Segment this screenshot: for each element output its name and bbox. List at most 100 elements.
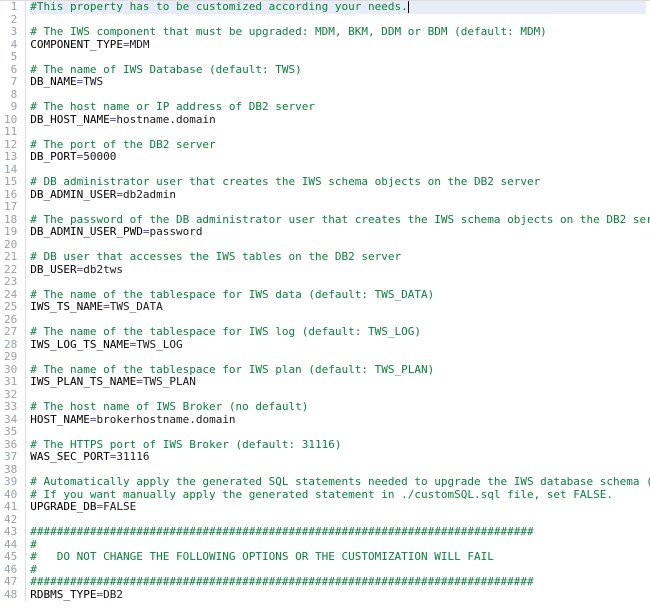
property-value: DB2 <box>103 588 123 601</box>
comment-text: # <box>30 538 37 551</box>
comment-text: # The IWS component that must be upgrade… <box>30 25 547 38</box>
line-number: 9 <box>4 101 17 114</box>
comment-text: # The port of the DB2 server <box>30 138 215 151</box>
property-value: password <box>149 225 202 238</box>
line-number: 15 <box>4 176 17 189</box>
comment-text: ########################################… <box>30 525 533 538</box>
property-value: 50000 <box>83 150 116 163</box>
property-key: DB_PORT <box>30 150 76 163</box>
code-area[interactable]: #This property has to be customized acco… <box>26 1 650 601</box>
property-key: WAS_SEC_PORT <box>30 450 109 463</box>
line-number: 17 <box>4 201 17 214</box>
property-value: FALSE <box>103 500 136 513</box>
comment-text: # <box>30 563 37 576</box>
property-key: COMPONENT_TYPE <box>30 38 123 51</box>
line-number: 48 <box>4 589 17 602</box>
comment-text: # The name of the tablespace for IWS pla… <box>30 363 434 376</box>
code-line: # The port of the DB2 server <box>30 139 646 152</box>
code-line: # The name of IWS Database (default: TWS… <box>30 64 646 77</box>
line-number-gutter: 1234567891011121314151617181920212223242… <box>0 1 26 601</box>
comment-text: # The host name of IWS Broker (no defaul… <box>30 400 308 413</box>
line-number: 1 <box>4 1 17 14</box>
comment-text: # The HTTPS port of IWS Broker (default:… <box>30 438 341 451</box>
code-line: DB_PORT=50000 <box>30 151 646 164</box>
comment-text: # The name of the tablespace for IWS dat… <box>30 288 434 301</box>
code-line: IWS_LOG_TS_NAME=TWS_LOG <box>30 339 646 352</box>
comment-text: # DB user that accesses the IWS tables o… <box>30 250 401 263</box>
property-value: hostname.domain <box>116 113 215 126</box>
property-key: DB_USER <box>30 263 76 276</box>
property-key: RDBMS_TYPE <box>30 588 96 601</box>
comment-text: # The name of IWS Database (default: TWS… <box>30 63 302 76</box>
line-number: 5 <box>4 51 17 64</box>
equals-sign: = <box>136 375 143 388</box>
line-number: 7 <box>4 76 17 89</box>
property-key: UPGRADE_DB <box>30 500 96 513</box>
equals-sign: = <box>123 38 130 51</box>
property-key: DB_HOST_NAME <box>30 113 109 126</box>
line-number: 21 <box>4 251 17 264</box>
code-line: UPGRADE_DB=FALSE <box>30 501 646 514</box>
property-key: IWS_PLAN_TS_NAME <box>30 375 136 388</box>
line-number: 13 <box>4 151 17 164</box>
code-line: IWS_TS_NAME=TWS_DATA <box>30 301 646 314</box>
property-key: DB_ADMIN_USER <box>30 188 116 201</box>
equals-sign: = <box>116 188 123 201</box>
code-line: COMPONENT_TYPE=MDM <box>30 39 646 52</box>
code-line: # DO NOT CHANGE THE FOLLOWING OPTIONS OR… <box>30 551 646 564</box>
comment-text: # The name of the tablespace for IWS log… <box>30 325 421 338</box>
line-number: 29 <box>4 351 17 364</box>
line-number: 39 <box>4 476 17 489</box>
equals-sign: = <box>103 300 110 313</box>
code-line: WAS_SEC_PORT=31116 <box>30 451 646 464</box>
line-number: 27 <box>4 326 17 339</box>
property-value: brokerhostname.domain <box>96 413 235 426</box>
code-line: DB_NAME=TWS <box>30 76 646 89</box>
line-number: 43 <box>4 526 17 539</box>
line-number: 3 <box>4 26 17 39</box>
line-number: 41 <box>4 501 17 514</box>
comment-text: # Automatically apply the generated SQL … <box>30 475 650 488</box>
code-line: RDBMS_TYPE=DB2 <box>30 589 646 602</box>
line-number: 11 <box>4 126 17 139</box>
code-line: DB_USER=db2tws <box>30 264 646 277</box>
property-value: TWS <box>83 75 103 88</box>
property-key: IWS_LOG_TS_NAME <box>30 338 129 351</box>
code-line: #This property has to be customized acco… <box>30 1 646 14</box>
property-key: DB_ADMIN_USER_PWD <box>30 225 143 238</box>
code-editor: 1234567891011121314151617181920212223242… <box>0 0 650 601</box>
comment-text: #This property has to be customized acco… <box>30 1 408 13</box>
property-value: TWS_PLAN <box>143 375 196 388</box>
comment-text: # If you want manually apply the generat… <box>30 488 613 501</box>
line-number: 25 <box>4 301 17 314</box>
property-value: MDM <box>130 38 150 51</box>
line-number: 31 <box>4 376 17 389</box>
comment-text: ########################################… <box>30 575 533 588</box>
code-line: DB_HOST_NAME=hostname.domain <box>30 114 646 127</box>
line-number: 47 <box>4 576 17 589</box>
property-key: IWS_TS_NAME <box>30 300 103 313</box>
line-number: 37 <box>4 451 17 464</box>
property-key: DB_NAME <box>30 75 76 88</box>
code-line: ########################################… <box>30 526 646 539</box>
code-line: DB_ADMIN_USER=db2admin <box>30 189 646 202</box>
comment-text: # DB administrator user that creates the… <box>30 175 540 188</box>
property-value: 31116 <box>116 450 149 463</box>
line-number: 35 <box>4 426 17 439</box>
code-line: IWS_PLAN_TS_NAME=TWS_PLAN <box>30 376 646 389</box>
line-number: 19 <box>4 226 17 239</box>
property-value: db2admin <box>123 188 176 201</box>
comment-text: # The password of the DB administrator u… <box>30 213 650 226</box>
property-key: HOST_NAME <box>30 413 90 426</box>
code-line: HOST_NAME=brokerhostname.domain <box>30 414 646 427</box>
line-number: 23 <box>4 276 17 289</box>
property-value: TWS_LOG <box>136 338 182 351</box>
text-cursor <box>408 1 409 13</box>
property-value: db2tws <box>83 263 123 276</box>
line-number: 33 <box>4 401 17 414</box>
comment-text: # DO NOT CHANGE THE FOLLOWING OPTIONS OR… <box>30 550 494 563</box>
comment-text: # The host name or IP address of DB2 ser… <box>30 100 315 113</box>
code-line: DB_ADMIN_USER_PWD=password <box>30 226 646 239</box>
property-value: TWS_DATA <box>110 300 163 313</box>
line-number: 45 <box>4 551 17 564</box>
